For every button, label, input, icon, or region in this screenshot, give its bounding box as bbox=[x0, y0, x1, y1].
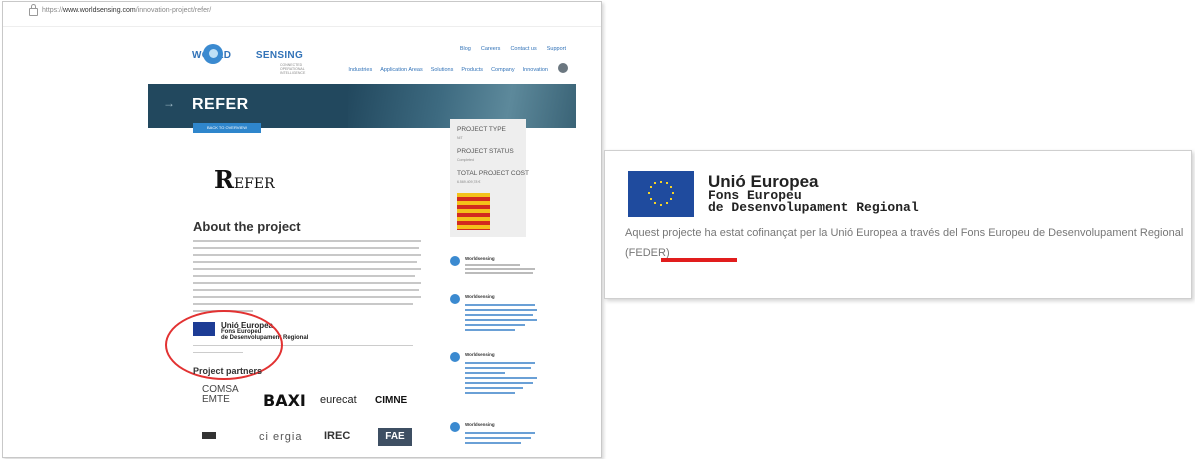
arrow-right-icon: → bbox=[163, 96, 175, 110]
partner-irec[interactable]: IREC bbox=[324, 430, 350, 442]
project-status-label: PROJECT STATUS bbox=[457, 148, 514, 155]
partner-fae[interactable]: FAE bbox=[378, 428, 412, 446]
site-header: WORLD SENSING CONNECTED OPERATIONAL INTE… bbox=[148, 36, 576, 84]
partner-logo-small[interactable] bbox=[202, 432, 216, 439]
eu-flag-icon bbox=[628, 171, 694, 217]
nav-industries[interactable]: Industries bbox=[348, 67, 372, 73]
partner-cimne[interactable]: CIMNE bbox=[375, 395, 407, 406]
partner-baxi[interactable]: BAXI bbox=[263, 391, 306, 410]
url-text[interactable]: https://www.worldsensing.com/innovation-… bbox=[42, 7, 211, 14]
main-nav: Industries Application Areas Solutions Prod… bbox=[340, 67, 548, 73]
about-text bbox=[193, 240, 421, 317]
globe-icon[interactable] bbox=[558, 63, 568, 73]
nav-application-areas[interactable]: Application Areas bbox=[380, 67, 423, 73]
address-bar[interactable]: https://www.worldsensing.com/innovation-… bbox=[3, 2, 601, 27]
partners-heading: Project partners bbox=[193, 366, 263, 376]
eu-funding-notice-zoomed: Unió Europea Fons Europeu de Desenvolupa… bbox=[604, 150, 1192, 299]
nav-contact[interactable]: Contact us bbox=[510, 46, 536, 52]
logo-icon bbox=[203, 44, 223, 64]
nav-company[interactable]: Company bbox=[491, 67, 515, 73]
twitter-avatar-icon bbox=[450, 422, 460, 432]
twitter-avatar-icon bbox=[450, 352, 460, 362]
partner-cinergia[interactable]: ci ergia bbox=[259, 431, 302, 443]
feder-underline bbox=[661, 258, 737, 262]
back-to-overview-button[interactable]: BACK TO OVERVIEW bbox=[193, 123, 261, 133]
partner-eurecat[interactable]: eurecat bbox=[320, 394, 357, 406]
nav-solutions[interactable]: Solutions bbox=[431, 67, 454, 73]
project-type-label: PROJECT TYPE bbox=[457, 126, 506, 133]
nav-careers[interactable]: Careers bbox=[481, 46, 501, 52]
twitter-avatar-icon bbox=[450, 256, 460, 266]
nav-innovation[interactable]: Innovation bbox=[523, 67, 548, 73]
eu-funding-description: Aquest projecte ha estat cofinançat per … bbox=[625, 227, 1184, 259]
about-heading: About the project bbox=[193, 219, 301, 234]
lock-icon bbox=[29, 4, 38, 16]
project-status-value: Completed bbox=[457, 158, 474, 162]
logo-tagline: CONNECTED OPERATIONAL INTELLIGENCE bbox=[280, 63, 306, 75]
nav-products[interactable]: Products bbox=[461, 67, 483, 73]
twitter-avatar-icon bbox=[450, 294, 460, 304]
project-cost-value: 6.569.409,78 € bbox=[457, 180, 481, 184]
refer-logo: REFER bbox=[214, 165, 275, 194]
page-title: REFER bbox=[192, 96, 249, 113]
partner-comsa[interactable]: COMSA EMTE bbox=[202, 385, 239, 405]
project-cost-label: TOTAL PROJECT COST bbox=[457, 170, 529, 177]
project-info-sidebar: PROJECT TYPE NIT PROJECT STATUS Complete… bbox=[450, 119, 529, 237]
nav-support[interactable]: Support bbox=[547, 46, 566, 52]
eu-subtitle-2: de Desenvolupament Regional bbox=[708, 200, 919, 215]
nav-blog[interactable]: Blog bbox=[460, 46, 471, 52]
project-type-value: NIT bbox=[457, 136, 463, 140]
top-nav: Blog Careers Contact us Support bbox=[450, 46, 566, 52]
catalonia-flag bbox=[457, 193, 490, 230]
